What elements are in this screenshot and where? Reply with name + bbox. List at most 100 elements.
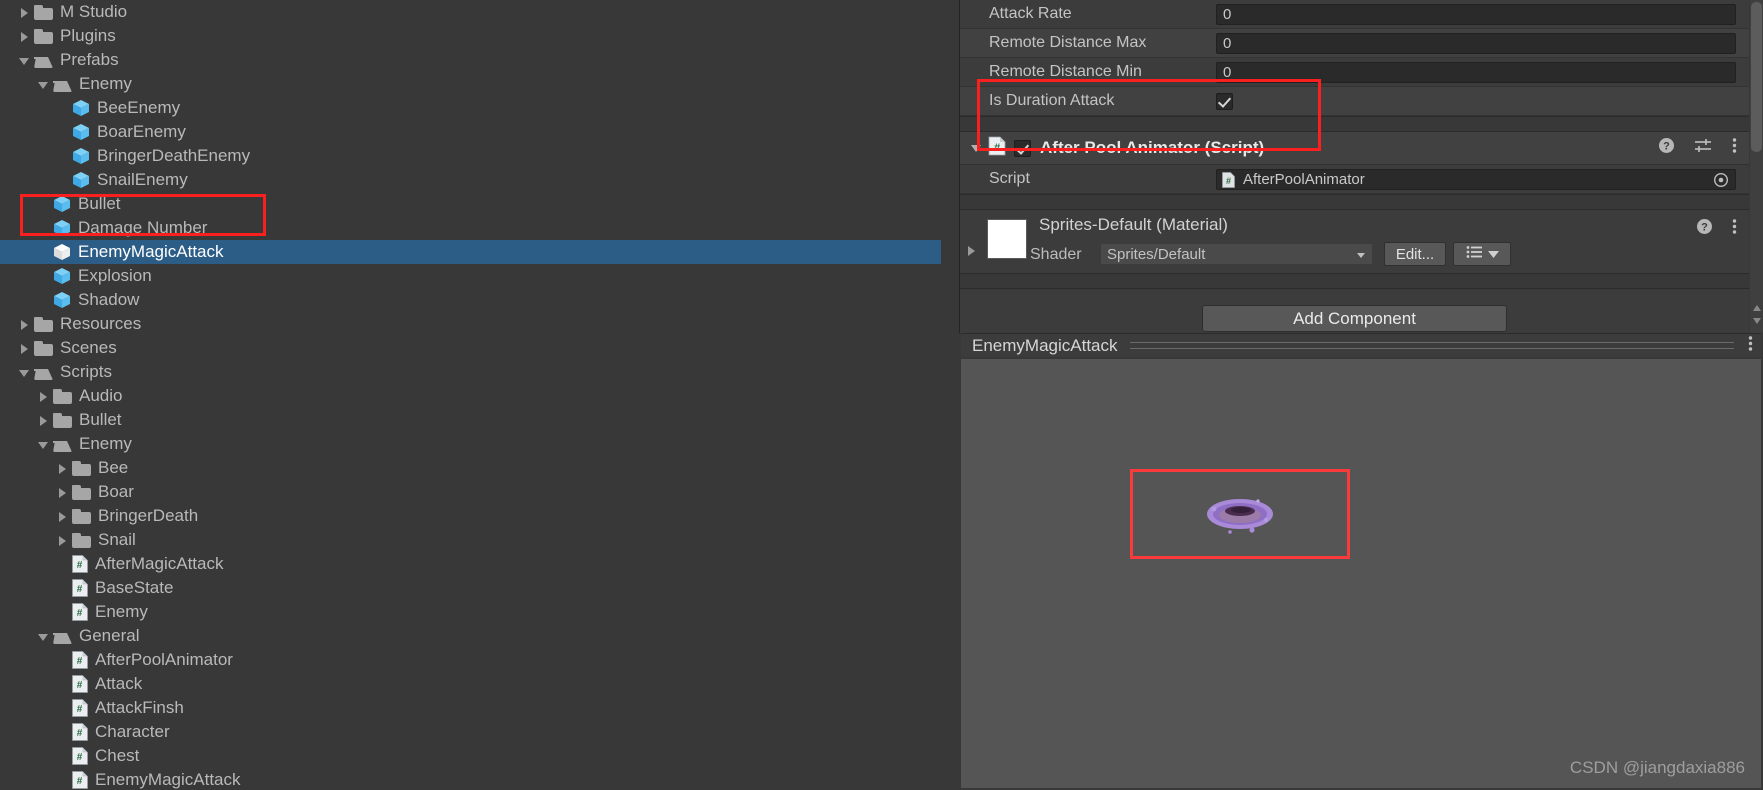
tree-item-boar[interactable]: Boar	[0, 480, 941, 504]
chevron-down-icon[interactable]	[37, 630, 50, 643]
property-row-script-reference[interactable]: Script # AfterPoolAnimator	[960, 165, 1749, 194]
tree-item-character[interactable]: # Character	[0, 720, 941, 744]
property-row-is-duration-attack[interactable]: Is Duration Attack	[960, 87, 1749, 116]
tree-item-bee[interactable]: Bee	[0, 456, 941, 480]
kebab-menu-icon[interactable]	[1732, 137, 1737, 159]
tree-item-explosion[interactable]: Explosion	[0, 264, 941, 288]
chevron-right-icon[interactable]	[37, 414, 50, 427]
preview-canvas[interactable]: CSDN @jiangdaxia886	[961, 359, 1761, 788]
tree-item-resources[interactable]: Resources	[0, 312, 941, 336]
property-value-field[interactable]: 0	[1216, 32, 1736, 54]
tree-item-audio[interactable]: Audio	[0, 384, 941, 408]
tree-item-enemy[interactable]: Enemy	[0, 432, 941, 456]
shader-dropdown[interactable]: Sprites/Default	[1100, 243, 1373, 265]
chevron-down-icon[interactable]	[37, 78, 50, 91]
chevron-right-icon[interactable]	[18, 342, 31, 355]
object-picker-icon[interactable]	[1713, 172, 1729, 192]
tree-item-attackfinsh[interactable]: # AttackFinsh	[0, 696, 941, 720]
folder-open-icon	[53, 437, 72, 452]
tree-item-bringerdeathenemy[interactable]: BringerDeathEnemy	[0, 144, 941, 168]
tree-item-snail[interactable]: Snail	[0, 528, 941, 552]
inspector-scrollbar-thumb[interactable]	[1751, 2, 1762, 152]
chevron-down-icon[interactable]	[18, 366, 31, 379]
property-row-attack-rate[interactable]: Attack Rate 0	[960, 0, 1749, 29]
property-label: Script	[989, 170, 1030, 187]
material-component: Sprites-Default (Material) Shader Sprite…	[960, 209, 1749, 273]
tree-item-enemy[interactable]: Enemy	[0, 72, 941, 96]
tree-item-afterpoolanimator[interactable]: # AfterPoolAnimator	[0, 648, 941, 672]
csdn-watermark: CSDN @jiangdaxia886	[1569, 758, 1745, 777]
component-header-after-pool-animator[interactable]: # After Pool Animator (Script) ?	[960, 131, 1749, 165]
property-value-field[interactable]: 0	[1216, 3, 1736, 25]
shader-list-button[interactable]	[1453, 242, 1511, 266]
tree-item-beeenemy[interactable]: BeeEnemy	[0, 96, 941, 120]
script-object-field[interactable]: # AfterPoolAnimator	[1216, 168, 1736, 192]
chevron-right-icon[interactable]	[968, 246, 975, 256]
material-preview-thumbnail	[987, 219, 1027, 259]
tree-item-general[interactable]: General	[0, 624, 941, 648]
chevron-right-icon[interactable]	[37, 390, 50, 403]
csharp-script-icon: #	[1222, 171, 1235, 192]
csharp-script-icon: #	[72, 651, 88, 669]
chevron-right-icon[interactable]	[18, 6, 31, 19]
tree-item-boarenemy[interactable]: BoarEnemy	[0, 120, 941, 144]
tree-item-damage-number[interactable]: Damage Number	[0, 216, 941, 240]
tree-item-scenes[interactable]: Scenes	[0, 336, 941, 360]
tree-item-basestate[interactable]: # BaseState	[0, 576, 941, 600]
edit-shader-button[interactable]: Edit...	[1384, 242, 1446, 266]
component-enabled-checkbox[interactable]	[1014, 139, 1031, 157]
tree-item-label: Explosion	[78, 266, 152, 285]
tree-item-snailenemy[interactable]: SnailEnemy	[0, 168, 941, 192]
chevron-down-icon[interactable]	[18, 54, 31, 67]
scroll-down-arrow-icon[interactable]	[1753, 318, 1761, 324]
chevron-right-icon[interactable]	[56, 462, 69, 475]
tree-item-label: BaseState	[95, 578, 174, 597]
tree-item-enemymagicattack[interactable]: EnemyMagicAttack	[0, 240, 941, 264]
tree-item-prefabs[interactable]: Prefabs	[0, 48, 941, 72]
is-duration-attack-checkbox[interactable]	[1216, 92, 1233, 110]
tree-item-chest[interactable]: # Chest	[0, 744, 941, 768]
kebab-menu-icon[interactable]	[1732, 218, 1737, 240]
chevron-down-icon[interactable]	[970, 141, 984, 155]
property-row-remote-distance-max[interactable]: Remote Distance Max 0	[960, 29, 1749, 58]
tree-item-scripts[interactable]: Scripts	[0, 360, 941, 384]
tree-item-bringerdeath[interactable]: BringerDeath	[0, 504, 941, 528]
tree-item-enemymagicattack[interactable]: # EnemyMagicAttack	[0, 768, 941, 790]
chevron-right-icon[interactable]	[56, 534, 69, 547]
folder-open-icon	[34, 365, 53, 380]
csharp-script-icon: #	[988, 136, 1006, 161]
svg-text:#: #	[994, 142, 1000, 154]
preview-drag-handle[interactable]	[1129, 342, 1734, 349]
folder-icon	[34, 4, 53, 20]
tree-item-aftermagicattack[interactable]: # AfterMagicAttack	[0, 552, 941, 576]
tree-item-bullet[interactable]: Bullet	[0, 408, 941, 432]
kebab-menu-icon[interactable]	[1748, 335, 1753, 357]
scroll-up-arrow-icon[interactable]	[1753, 305, 1761, 311]
folder-icon	[72, 484, 91, 500]
tree-item-attack[interactable]: # Attack	[0, 672, 941, 696]
tree-item-label: BringerDeathEnemy	[97, 146, 251, 165]
tree-item-label: Scenes	[60, 338, 117, 357]
inspector-scrollbar[interactable]	[1750, 0, 1763, 333]
tree-item-shadow[interactable]: Shadow	[0, 288, 941, 312]
preset-sliders-icon[interactable]	[1694, 137, 1713, 159]
tree-item-enemy[interactable]: # Enemy	[0, 600, 941, 624]
chevron-right-icon[interactable]	[56, 510, 69, 523]
chevron-right-icon[interactable]	[18, 30, 31, 43]
project-tree[interactable]: M Studio Plugins Prefabs Enemy BeeEnemy Boa…	[0, 0, 941, 790]
property-value-field[interactable]: 0	[1216, 61, 1736, 83]
chevron-right-icon[interactable]	[18, 318, 31, 331]
help-icon[interactable]: ?	[1658, 137, 1675, 159]
svg-text:#: #	[77, 776, 83, 787]
property-row-remote-distance-min[interactable]: Remote Distance Min 0	[960, 58, 1749, 87]
material-name: Sprites-Default (Material)	[1039, 215, 1228, 234]
tree-item-plugins[interactable]: Plugins	[0, 24, 941, 48]
tree-item-bullet[interactable]: Bullet	[0, 192, 941, 216]
tree-item-label: EnemyMagicAttack	[95, 770, 241, 789]
add-component-button[interactable]: Add Component	[1202, 305, 1507, 332]
help-icon[interactable]: ?	[1696, 218, 1713, 240]
chevron-right-icon[interactable]	[56, 486, 69, 499]
tree-item-m-studio[interactable]: M Studio	[0, 0, 941, 24]
chevron-down-icon[interactable]	[37, 438, 50, 451]
